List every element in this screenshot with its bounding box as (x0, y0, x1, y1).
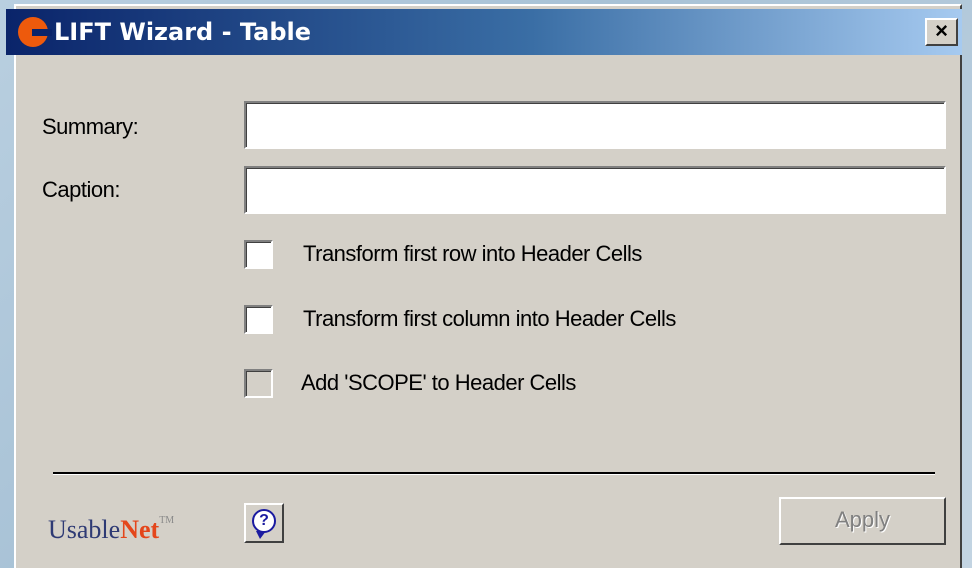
window-title: LIFT Wizard - Table (54, 18, 312, 46)
first-column-header-checkbox[interactable] (244, 305, 273, 334)
first-row-header-checkbox[interactable] (244, 240, 273, 269)
brand-usable-text: Usable (48, 515, 121, 544)
first-column-header-label: Transform first column into Header Cells (303, 306, 676, 331)
help-button[interactable]: ? (244, 503, 284, 543)
caption-label: Caption: (42, 177, 120, 202)
brand-trademark: TM (159, 515, 175, 526)
help-question-icon: ? (252, 509, 276, 533)
title-bar[interactable]: LIFT Wizard - Table × (6, 9, 962, 55)
apply-button[interactable]: Apply (779, 497, 946, 545)
caption-input[interactable] (244, 166, 946, 214)
add-scope-label: Add 'SCOPE' to Header Cells (301, 370, 576, 395)
usablenet-logo: UsableNetTM (48, 515, 174, 545)
add-scope-checkbox[interactable] (244, 369, 273, 398)
dialog-window (14, 4, 962, 568)
lift-logo-icon-cut (32, 29, 52, 36)
help-bubble-tail (256, 531, 266, 539)
summary-input[interactable] (244, 101, 946, 149)
footer-divider (53, 472, 935, 475)
brand-net-text: Net (120, 515, 160, 544)
summary-label: Summary: (42, 114, 139, 139)
first-row-header-label: Transform first row into Header Cells (303, 241, 642, 266)
close-button[interactable]: × (925, 18, 958, 46)
